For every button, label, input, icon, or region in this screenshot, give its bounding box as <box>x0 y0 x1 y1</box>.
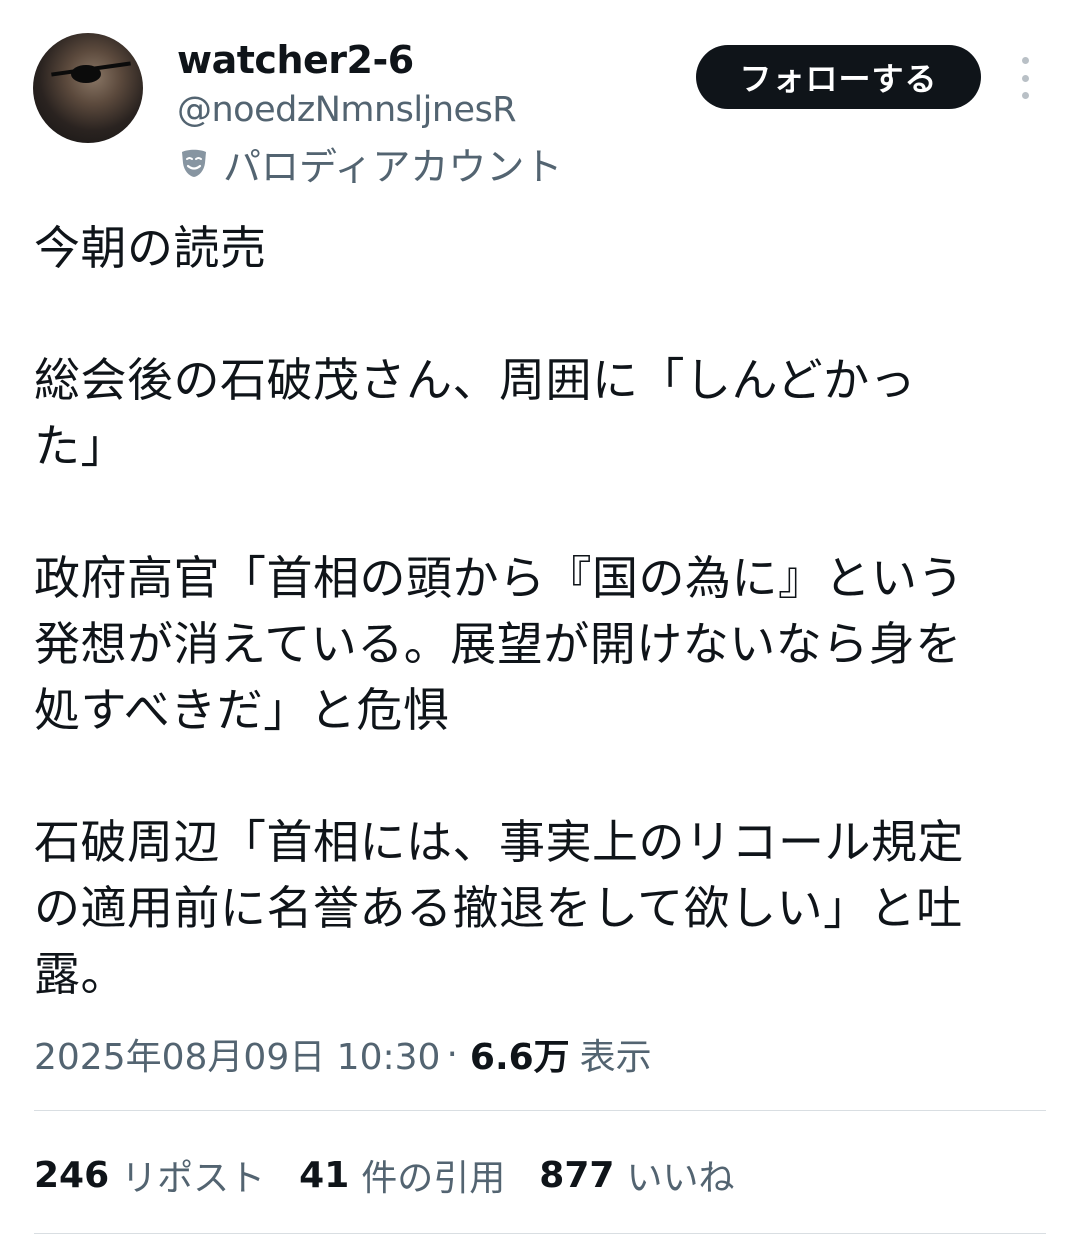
theater-mask-icon <box>182 149 206 177</box>
tweet-timestamp[interactable]: 2025年08月09日 10:30 <box>34 1028 440 1080</box>
views-label: 表示 <box>579 1037 652 1078</box>
avatar-eyepatch <box>71 65 101 83</box>
more-vertical-icon[interactable] <box>1010 57 1040 99</box>
repost-count: 246 <box>34 1154 110 1196</box>
more-dot <box>1021 57 1029 64</box>
tweet-header: watcher2-6 @noedzNmnsljnesR パロディアカウント フォ… <box>0 0 1080 200</box>
tweet-line: 処すべきだ」と危惧 <box>34 683 450 737</box>
views-count: 6.6万 <box>469 1037 570 1078</box>
tweet-line: 今朝の読売 <box>34 221 267 275</box>
tweet-line: 露。 <box>34 947 127 1001</box>
tweet-meta: 2025年08月09日 10:30 · 6.6万 表示 <box>34 1026 652 1082</box>
divider <box>34 1110 1046 1111</box>
tweet-line: 石破周辺「首相には、事実上のリコール規定 <box>34 815 964 869</box>
user-handle[interactable]: @noedzNmnsljnesR <box>177 90 517 130</box>
like-stat[interactable]: 877 いいね <box>539 1149 734 1201</box>
user-display-name[interactable]: watcher2-6 <box>177 38 414 82</box>
parody-account-label: パロディアカウント <box>177 140 562 189</box>
quote-count: 41 <box>299 1154 350 1196</box>
more-dot <box>1021 92 1029 99</box>
follow-button[interactable]: フォローする <box>696 45 981 109</box>
tweet-blank-line <box>34 743 1044 809</box>
divider <box>34 1233 1046 1234</box>
tweet-blank-line <box>34 479 1044 545</box>
quote-stat[interactable]: 41 件の引用 <box>299 1149 505 1201</box>
tweet-line: 総会後の石破茂さん、周囲に「しんどかっ <box>34 353 917 407</box>
avatar[interactable] <box>33 33 143 143</box>
tweet-stats: 246 リポスト 41 件の引用 877 いいね <box>34 1148 768 1202</box>
quote-label: 件の引用 <box>361 1158 506 1199</box>
like-count: 877 <box>539 1154 615 1196</box>
like-label: いいね <box>626 1158 735 1199</box>
tweet-text: 今朝の読売 総会後の石破茂さん、周囲に「しんどかっ た」 政府高官「首相の頭から… <box>34 215 1044 1007</box>
repost-label: リポスト <box>121 1158 266 1199</box>
more-dot <box>1021 74 1029 82</box>
parody-account-text: パロディアカウント <box>223 144 563 189</box>
tweet-line: 発想が消えている。展望が開けないなら身を <box>34 617 962 671</box>
repost-stat[interactable]: 246 リポスト <box>34 1149 265 1201</box>
tweet-line: 政府高官「首相の頭から『国の為に』という <box>34 551 964 605</box>
tweet-line: の適用前に名誉ある撤退をして欲しい」と吐 <box>34 881 963 935</box>
meta-separator: · <box>446 1033 458 1075</box>
tweet-line: た」 <box>34 419 127 473</box>
tweet-blank-line <box>34 281 1044 347</box>
